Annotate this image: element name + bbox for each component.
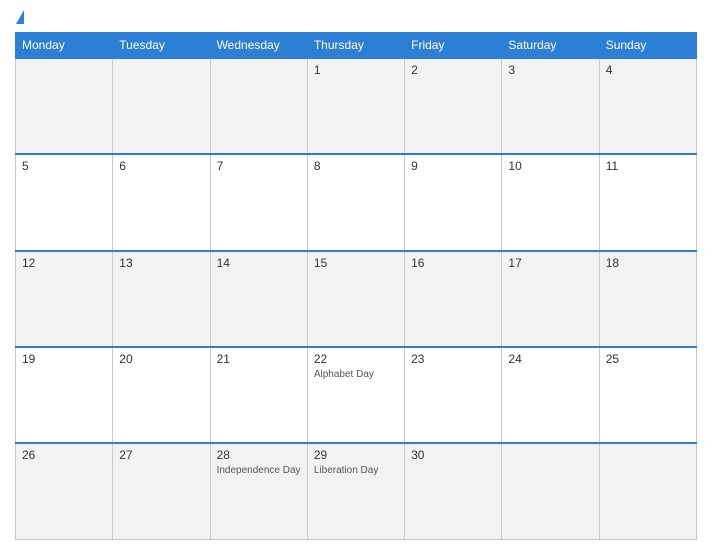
weekday-header-sunday: Sunday (599, 33, 696, 59)
day-cell: 21 (210, 347, 307, 443)
day-cell: 16 (405, 251, 502, 347)
day-number: 7 (217, 159, 301, 173)
day-cell: 20 (113, 347, 210, 443)
calendar-page: MondayTuesdayWednesdayThursdayFridaySatu… (0, 0, 712, 550)
day-cell (502, 443, 599, 539)
weekday-header-thursday: Thursday (307, 33, 404, 59)
day-number: 27 (119, 448, 203, 462)
day-number: 25 (606, 352, 690, 366)
day-number: 8 (314, 159, 398, 173)
day-cell: 6 (113, 154, 210, 250)
weekday-header-tuesday: Tuesday (113, 33, 210, 59)
week-row-4: 19 20 21 22 Alphabet Day 23 24 25 (16, 347, 697, 443)
day-cell: 25 (599, 347, 696, 443)
day-number: 2 (411, 63, 495, 77)
day-cell: 28 Independence Day (210, 443, 307, 539)
day-cell: 29 Liberation Day (307, 443, 404, 539)
day-number: 6 (119, 159, 203, 173)
day-cell: 4 (599, 58, 696, 154)
week-row-2: 56789 10 11 (16, 154, 697, 250)
day-cell: 26 (16, 443, 113, 539)
day-cell: 3 (502, 58, 599, 154)
day-number: 20 (119, 352, 203, 366)
day-cell: 7 (210, 154, 307, 250)
day-number: 21 (217, 352, 301, 366)
holiday-label: Liberation Day (314, 464, 398, 477)
weekday-header-wednesday: Wednesday (210, 33, 307, 59)
day-number: 1 (314, 63, 398, 77)
day-number: 23 (411, 352, 495, 366)
day-number: 28 (217, 448, 301, 462)
week-row-1: 1234 (16, 58, 697, 154)
day-cell: 23 (405, 347, 502, 443)
day-number: 5 (22, 159, 106, 173)
day-cell: 27 (113, 443, 210, 539)
day-number: 15 (314, 256, 398, 270)
day-cell: 24 (502, 347, 599, 443)
calendar-table: MondayTuesdayWednesdayThursdayFridaySatu… (15, 32, 697, 540)
weekday-header-friday: Friday (405, 33, 502, 59)
day-number: 4 (606, 63, 690, 77)
day-number: 10 (508, 159, 592, 173)
day-cell: 22 Alphabet Day (307, 347, 404, 443)
day-cell: 13 (113, 251, 210, 347)
day-cell (210, 58, 307, 154)
logo (15, 10, 26, 24)
day-cell: 30 (405, 443, 502, 539)
day-number: 17 (508, 256, 592, 270)
day-cell: 12 (16, 251, 113, 347)
header (15, 10, 697, 24)
day-cell: 10 (502, 154, 599, 250)
day-number: 30 (411, 448, 495, 462)
day-number: 9 (411, 159, 495, 173)
day-cell: 19 (16, 347, 113, 443)
logo-triangle-icon (16, 10, 24, 24)
day-cell: 8 (307, 154, 404, 250)
day-cell: 14 (210, 251, 307, 347)
day-cell: 2 (405, 58, 502, 154)
weekday-header-saturday: Saturday (502, 33, 599, 59)
day-cell (599, 443, 696, 539)
day-number: 26 (22, 448, 106, 462)
day-cell (113, 58, 210, 154)
day-number: 11 (606, 159, 690, 173)
day-number: 18 (606, 256, 690, 270)
day-cell: 9 (405, 154, 502, 250)
holiday-label: Independence Day (217, 464, 301, 477)
day-cell: 5 (16, 154, 113, 250)
day-number: 3 (508, 63, 592, 77)
day-number: 14 (217, 256, 301, 270)
weekday-header-row: MondayTuesdayWednesdayThursdayFridaySatu… (16, 33, 697, 59)
day-cell: 18 (599, 251, 696, 347)
day-number: 13 (119, 256, 203, 270)
day-cell: 1 (307, 58, 404, 154)
day-cell: 15 (307, 251, 404, 347)
day-cell: 11 (599, 154, 696, 250)
day-number: 24 (508, 352, 592, 366)
day-number: 12 (22, 256, 106, 270)
holiday-label: Alphabet Day (314, 368, 398, 381)
week-row-5: 26 27 28 Independence Day 29 Liberation Day 30 (16, 443, 697, 539)
weekday-header-monday: Monday (16, 33, 113, 59)
day-number: 29 (314, 448, 398, 462)
day-cell: 17 (502, 251, 599, 347)
day-number: 19 (22, 352, 106, 366)
day-number: 16 (411, 256, 495, 270)
day-cell (16, 58, 113, 154)
week-row-3: 12 13 14 15 16 17 18 (16, 251, 697, 347)
day-number: 22 (314, 352, 398, 366)
